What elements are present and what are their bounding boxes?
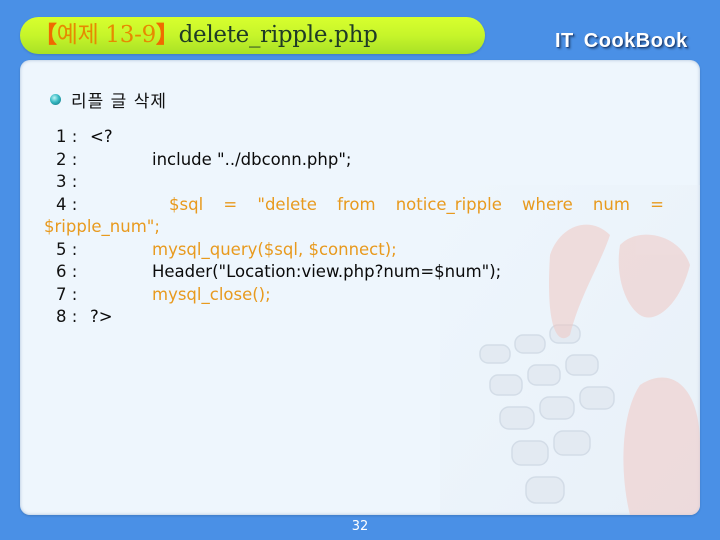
code-token: $sql — [169, 194, 204, 214]
bullet-icon — [50, 94, 61, 105]
code-text: mysql_close(); — [152, 284, 271, 304]
code-text: include "../dbconn.php"; — [152, 149, 352, 169]
code-line-7: 7 : mysql_close(); — [44, 284, 684, 307]
code-line-8: 8 : ?> — [44, 306, 684, 329]
brand-it: IT — [555, 30, 574, 52]
slide-title: 【예제 13-9】delete_ripple.php — [34, 20, 378, 50]
code-text: mysql_query($sql, $connect); — [152, 239, 397, 259]
content-panel: 리플 글 삭제 1 : <? 2 : include "../dbconn.ph… — [20, 60, 700, 515]
code-token: num — [592, 194, 630, 214]
line-number: 3 : — [56, 172, 78, 191]
code-line-2: 2 : include "../dbconn.php"; — [44, 149, 684, 172]
code-text: ?> — [90, 307, 113, 326]
line-number: 5 : — [56, 239, 78, 259]
code-line-5: 5 : mysql_query($sql, $connect); — [44, 239, 684, 262]
line-number: 7 : — [56, 284, 78, 304]
line-number: 4 : — [56, 194, 78, 214]
code-token: where — [522, 194, 573, 214]
code-line-4: 4 : $sql = "delete from notice_ripple wh… — [44, 194, 684, 217]
section-heading: 리플 글 삭제 — [50, 87, 167, 112]
code-text: $ripple_num"; — [44, 217, 160, 236]
code-text: <? — [90, 127, 113, 146]
code-token: = — [650, 194, 664, 214]
code-token: "delete — [257, 194, 317, 214]
code-text-justified: $sql = "delete from notice_ripple where … — [169, 194, 664, 217]
code-token: from — [337, 194, 376, 214]
code-line-1: 1 : <? — [44, 126, 684, 149]
code-text: Header("Location:view.php?num=$num"); — [152, 262, 502, 281]
title-bracket-close: 】 — [155, 21, 179, 48]
code-line-4-continuation: $ripple_num"; — [44, 216, 684, 239]
code-token: = — [223, 194, 238, 214]
line-number: 2 : — [56, 149, 78, 169]
line-number: 8 : — [56, 307, 78, 326]
code-listing: 1 : <? 2 : include "../dbconn.php"; 3 : … — [44, 126, 684, 329]
brand-cookbook: CookBook — [583, 30, 688, 52]
example-label: 예제 13-9 — [56, 22, 157, 48]
title-bracket-open: 【 — [34, 21, 57, 48]
line-number: 6 : — [56, 262, 78, 281]
filename: delete_ripple.php — [178, 22, 378, 48]
brand-logo: IT CookBook — [555, 30, 688, 53]
page-number: 32 — [351, 519, 369, 534]
code-line-6: 6 : Header("Location:view.php?num=$num")… — [44, 261, 684, 284]
code-line-3: 3 : — [44, 171, 684, 194]
code-token: notice_ripple — [395, 194, 502, 214]
section-subtitle: 리플 글 삭제 — [71, 92, 168, 112]
line-number: 1 : — [56, 127, 78, 146]
title-banner: 【예제 13-9】delete_ripple.php — [20, 17, 485, 54]
